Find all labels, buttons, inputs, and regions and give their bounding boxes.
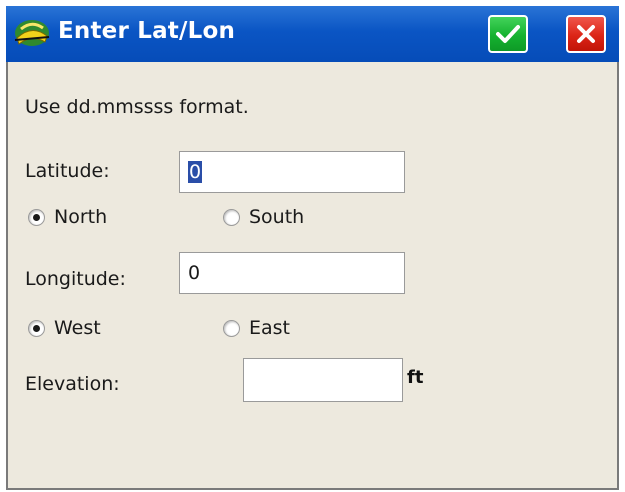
- radio-east[interactable]: East: [223, 317, 290, 339]
- east-radio-indicator: [223, 319, 240, 337]
- title-bar: Enter Lat/Lon: [6, 6, 619, 62]
- longitude-input[interactable]: 0: [179, 252, 405, 294]
- radio-north[interactable]: North: [28, 206, 107, 228]
- south-radio-indicator: [223, 208, 240, 226]
- north-label: North: [54, 206, 108, 228]
- close-button[interactable]: [566, 15, 606, 53]
- close-x-icon: [577, 25, 595, 43]
- east-label: East: [249, 317, 290, 339]
- checkmark-icon: [496, 25, 520, 43]
- south-label: South: [249, 206, 305, 228]
- longitude-label: Longitude:: [25, 268, 126, 290]
- ok-button[interactable]: [488, 15, 528, 53]
- north-radio-indicator: [28, 208, 45, 226]
- radio-south[interactable]: South: [223, 206, 304, 228]
- elevation-input[interactable]: [243, 358, 403, 402]
- west-label: West: [54, 317, 101, 339]
- window-title: Enter Lat/Lon: [58, 18, 236, 44]
- elevation-unit: ft: [407, 367, 424, 388]
- latitude-input[interactable]: 0: [179, 151, 405, 193]
- west-radio-indicator: [28, 319, 45, 337]
- radio-west[interactable]: West: [28, 317, 101, 339]
- format-instruction: Use dd.mmssss format.: [25, 96, 249, 118]
- latitude-label: Latitude:: [25, 160, 110, 182]
- longitude-value: 0: [188, 262, 201, 284]
- surveyor-hardhat-icon: [12, 16, 52, 50]
- latitude-value: 0: [188, 161, 203, 183]
- enter-lat-lon-dialog: Enter Lat/Lon Use dd.mmssss format. Lati…: [6, 6, 619, 490]
- elevation-label: Elevation:: [25, 373, 120, 395]
